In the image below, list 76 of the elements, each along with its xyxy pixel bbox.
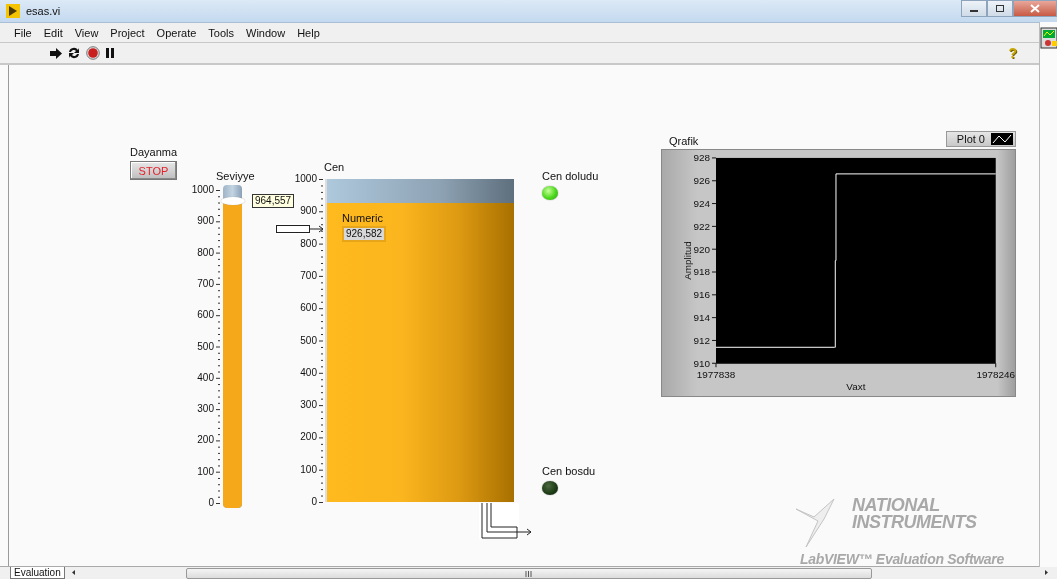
- scale-label: 900: [300, 204, 317, 218]
- menu-item[interactable]: File: [8, 26, 38, 39]
- scale-label: 500: [300, 333, 317, 347]
- scale-label: 300: [197, 402, 214, 416]
- led-label: Cen doludu: [542, 170, 599, 182]
- menu-item[interactable]: Help: [291, 26, 326, 39]
- menu-item[interactable]: Tools: [202, 26, 241, 39]
- scale-label: 400: [197, 370, 214, 384]
- axis-tick-label: 920: [693, 243, 711, 255]
- scale-label: 400: [300, 365, 317, 379]
- control-label: Cen: [324, 161, 345, 173]
- menu-item[interactable]: Window: [240, 26, 292, 39]
- axis-tick-label: 924: [693, 198, 711, 210]
- scale-label: 600: [197, 308, 214, 322]
- control-label: Seviyye: [216, 170, 255, 182]
- wire-arrow-drawing: [479, 503, 533, 539]
- menu-item[interactable]: View: [68, 26, 105, 39]
- scale-label: 100: [197, 464, 214, 478]
- scale-label: 900: [197, 214, 214, 228]
- axis-tick-label: 912: [693, 334, 711, 346]
- scale-label: 1000: [191, 183, 214, 196]
- brand-text: INSTRUMENTS: [852, 514, 977, 531]
- scale-label: 200: [300, 430, 317, 444]
- run-continuously-icon[interactable]: [68, 47, 80, 59]
- scale-label: 800: [197, 245, 214, 259]
- axis-tick-label: 910: [693, 357, 711, 369]
- abort-icon[interactable]: [86, 46, 100, 60]
- wire-arrow-drawing: [275, 223, 325, 236]
- scroll-left-icon[interactable]: [70, 567, 76, 578]
- restore-icon: [995, 4, 1005, 13]
- run-arrow-icon[interactable]: [50, 47, 62, 59]
- axis-tick-label: 928: [693, 152, 711, 164]
- slider-thumb[interactable]: [221, 197, 245, 206]
- scale-label: 100: [300, 462, 317, 476]
- scale-label: 300: [300, 398, 317, 412]
- grip-icon: [525, 570, 533, 577]
- restore-button[interactable]: [987, 0, 1013, 17]
- scrollbar-thumb[interactable]: [185, 568, 872, 579]
- graph-title: Qrafik: [668, 135, 699, 149]
- indicator-label: Numeric: [342, 211, 384, 224]
- scale-label: 200: [197, 433, 214, 447]
- plot-legend[interactable]: Plot 0: [945, 131, 1016, 147]
- scale-label: 600: [300, 301, 317, 315]
- line-style-icon: [991, 133, 1013, 145]
- axis-tick-label: 916: [693, 289, 711, 301]
- close-icon: [1030, 4, 1040, 13]
- axis-tick-label: 926: [693, 175, 711, 187]
- scale-label: 500: [197, 339, 214, 353]
- axis-tick-label: 914: [693, 312, 711, 324]
- close-button[interactable]: [1013, 0, 1057, 17]
- control-label: Dayanma: [130, 146, 178, 158]
- scale-label: 700: [300, 268, 317, 282]
- axis-tick-label: 1977838: [696, 369, 736, 381]
- value-readout: 964,557: [252, 194, 295, 209]
- menu-item[interactable]: Edit: [37, 26, 69, 39]
- scale-label: 0: [311, 495, 317, 508]
- status-tab[interactable]: Evaluation: [10, 567, 65, 579]
- scale-label: 1000: [294, 172, 317, 185]
- app-logo-icon: [6, 4, 20, 18]
- window-title: esas.vi: [26, 5, 61, 17]
- scale-label: 0: [208, 496, 214, 509]
- minimize-button[interactable]: [961, 0, 987, 17]
- axis-tick-label: 1978246: [976, 369, 1015, 381]
- x-axis-title: Vaxt: [846, 381, 866, 393]
- axis-tick-label: 918: [693, 266, 711, 278]
- pause-icon[interactable]: [106, 48, 114, 58]
- product-text: LabVIEW™ Evaluation Software: [799, 550, 1004, 569]
- scale-label: 700: [197, 276, 214, 290]
- brand-text: NATIONAL: [852, 497, 941, 514]
- scale-label: 800: [300, 236, 317, 250]
- menu-item[interactable]: Project: [104, 26, 151, 39]
- axis-tick-label: 922: [693, 220, 711, 232]
- led-label: Cen bosdu: [542, 465, 596, 477]
- scroll-right-icon[interactable]: [1044, 567, 1049, 578]
- y-axis-title: Amplitud: [682, 241, 694, 280]
- menu-item[interactable]: Operate: [150, 26, 203, 39]
